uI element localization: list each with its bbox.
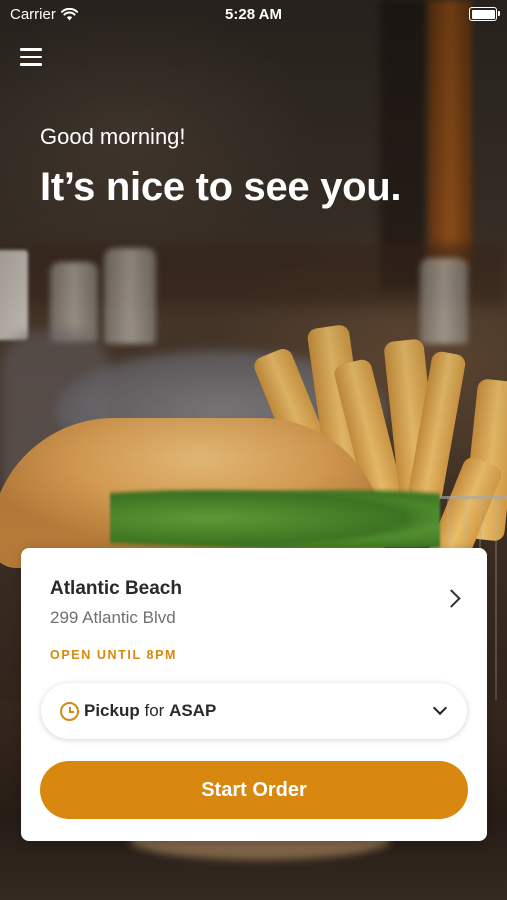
- status-bar: Carrier 5:28 AM: [0, 0, 507, 28]
- chevron-down-icon: [432, 700, 448, 716]
- store-card: Atlantic Beach 299 Atlantic Blvd OPEN UN…: [21, 548, 487, 841]
- hamburger-menu-icon[interactable]: [20, 48, 42, 68]
- store-name: Atlantic Beach: [50, 578, 182, 599]
- status-time: 5:28 AM: [225, 6, 282, 23]
- order-timing: ASAP: [169, 701, 217, 720]
- store-address: 299 Atlantic Blvd: [50, 608, 176, 627]
- headline-text: It’s nice to see you.: [40, 165, 402, 209]
- store-selector[interactable]: Atlantic Beach 299 Atlantic Blvd: [21, 548, 487, 643]
- start-order-button[interactable]: Start Order: [40, 761, 468, 819]
- store-hours: OPEN UNTIL 8PM: [50, 648, 178, 662]
- order-mode-text: Pickup for ASAP: [84, 701, 216, 721]
- clock-icon: [60, 702, 79, 721]
- greeting-text: Good morning!: [40, 124, 186, 149]
- order-mode-selector[interactable]: Pickup for ASAP: [41, 683, 467, 739]
- order-connector: for: [144, 701, 165, 720]
- order-method: Pickup: [84, 701, 140, 720]
- chevron-right-icon: [442, 589, 461, 608]
- battery-icon: [469, 7, 500, 21]
